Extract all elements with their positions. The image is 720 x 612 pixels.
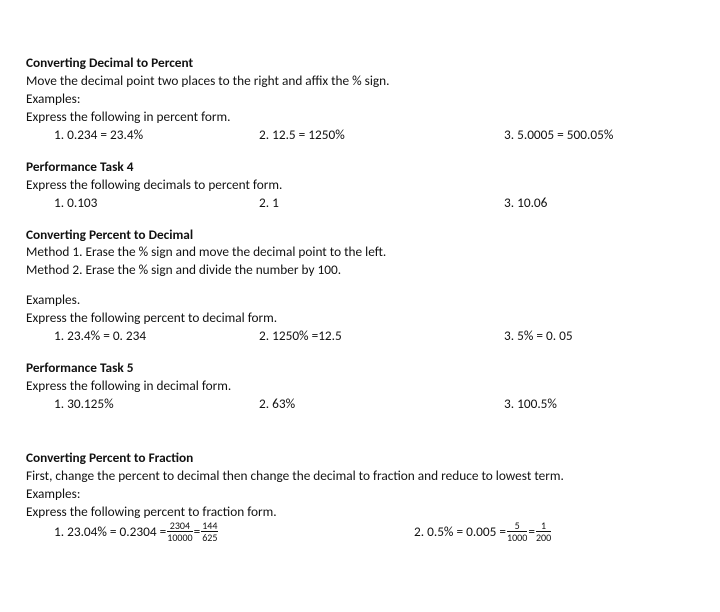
spacer [26, 279, 694, 291]
example-row: 1. 23.4% = 0. 234 2. 1250% =12.5 3. 5% =… [26, 327, 694, 345]
denominator: 10000 [167, 532, 192, 543]
denominator: 1000 [507, 532, 527, 543]
question-item: 3. 10.06 [504, 194, 694, 212]
example-item: 3. 5.0005 = 500.05% [504, 126, 694, 144]
lead-text: 2. 0.5% = 0.005 = [414, 523, 506, 541]
method-1: Method 1. Erase the % sign and move the … [26, 243, 694, 261]
example-item: 1. 23.04% = 0.2304 = 2304 10000 = 144 62… [54, 521, 414, 543]
prompt: Express the following in decimal form. [26, 377, 694, 395]
rule-text: First, change the percent to decimal the… [26, 467, 694, 485]
heading: Performance Task 4 [26, 158, 694, 176]
lead-text: 1. 23.04% = 0.2304 = [54, 523, 166, 541]
denominator: 200 [536, 532, 551, 543]
section-pct-to-frac: Converting Percent to Fraction First, ch… [26, 449, 694, 543]
examples-label: Examples. [26, 291, 694, 309]
fraction: 2304 10000 [166, 521, 193, 543]
heading: Performance Task 5 [26, 359, 694, 377]
section-pct-to-dec: Converting Percent to Decimal Method 1. … [26, 226, 694, 346]
document-page: Converting Decimal to Percent Move the d… [0, 0, 720, 553]
example-row: 1. 0.234 = 23.4% 2. 12.5 = 1250% 3. 5.00… [26, 126, 694, 144]
question-row: 1. 0.103 2. 1 3. 10.06 [26, 194, 694, 212]
example-item: 1. 23.4% = 0. 234 [54, 327, 259, 345]
example-item: 2. 0.5% = 0.005 = 5 1000 = 1 200 [414, 521, 659, 543]
performance-task-4: Performance Task 4 Express the following… [26, 158, 694, 212]
prompt: Express the following percent to decimal… [26, 309, 694, 327]
question-row: 1. 30.125% 2. 63% 3. 100.5% [26, 395, 694, 413]
examples-label: Examples: [26, 90, 694, 108]
prompt: Express the following decimals to percen… [26, 176, 694, 194]
example-row: 1. 23.04% = 0.2304 = 2304 10000 = 144 62… [26, 521, 694, 543]
question-item: 2. 1 [259, 194, 504, 212]
prompt: Express the following in percent form. [26, 108, 694, 126]
heading: Converting Percent to Decimal [26, 226, 694, 244]
question-item: 3. 100.5% [504, 395, 694, 413]
example-item: 2. 12.5 = 1250% [259, 126, 504, 144]
fraction: 144 625 [200, 521, 219, 543]
fraction: 1 200 [535, 521, 552, 543]
question-item: 1. 0.103 [54, 194, 259, 212]
performance-task-5: Performance Task 5 Express the following… [26, 359, 694, 413]
examples-label: Examples: [26, 485, 694, 503]
example-item: 1. 0.234 = 23.4% [54, 126, 259, 144]
fraction: 5 1000 [506, 521, 528, 543]
section-dec-to-pct: Converting Decimal to Percent Move the d… [26, 54, 694, 144]
heading: Converting Decimal to Percent [26, 54, 694, 72]
question-item: 2. 63% [259, 395, 504, 413]
example-item: 2. 1250% =12.5 [259, 327, 504, 345]
equals-sign: = [528, 523, 535, 541]
equals-sign: = [194, 523, 201, 541]
example-item: 3. 5% = 0. 05 [504, 327, 694, 345]
question-item: 1. 30.125% [54, 395, 259, 413]
denominator: 625 [201, 532, 218, 543]
method-2: Method 2. Erase the % sign and divide th… [26, 261, 694, 279]
rule-text: Move the decimal point two places to the… [26, 72, 694, 90]
heading: Converting Percent to Fraction [26, 449, 694, 467]
prompt: Express the following percent to fractio… [26, 503, 694, 521]
